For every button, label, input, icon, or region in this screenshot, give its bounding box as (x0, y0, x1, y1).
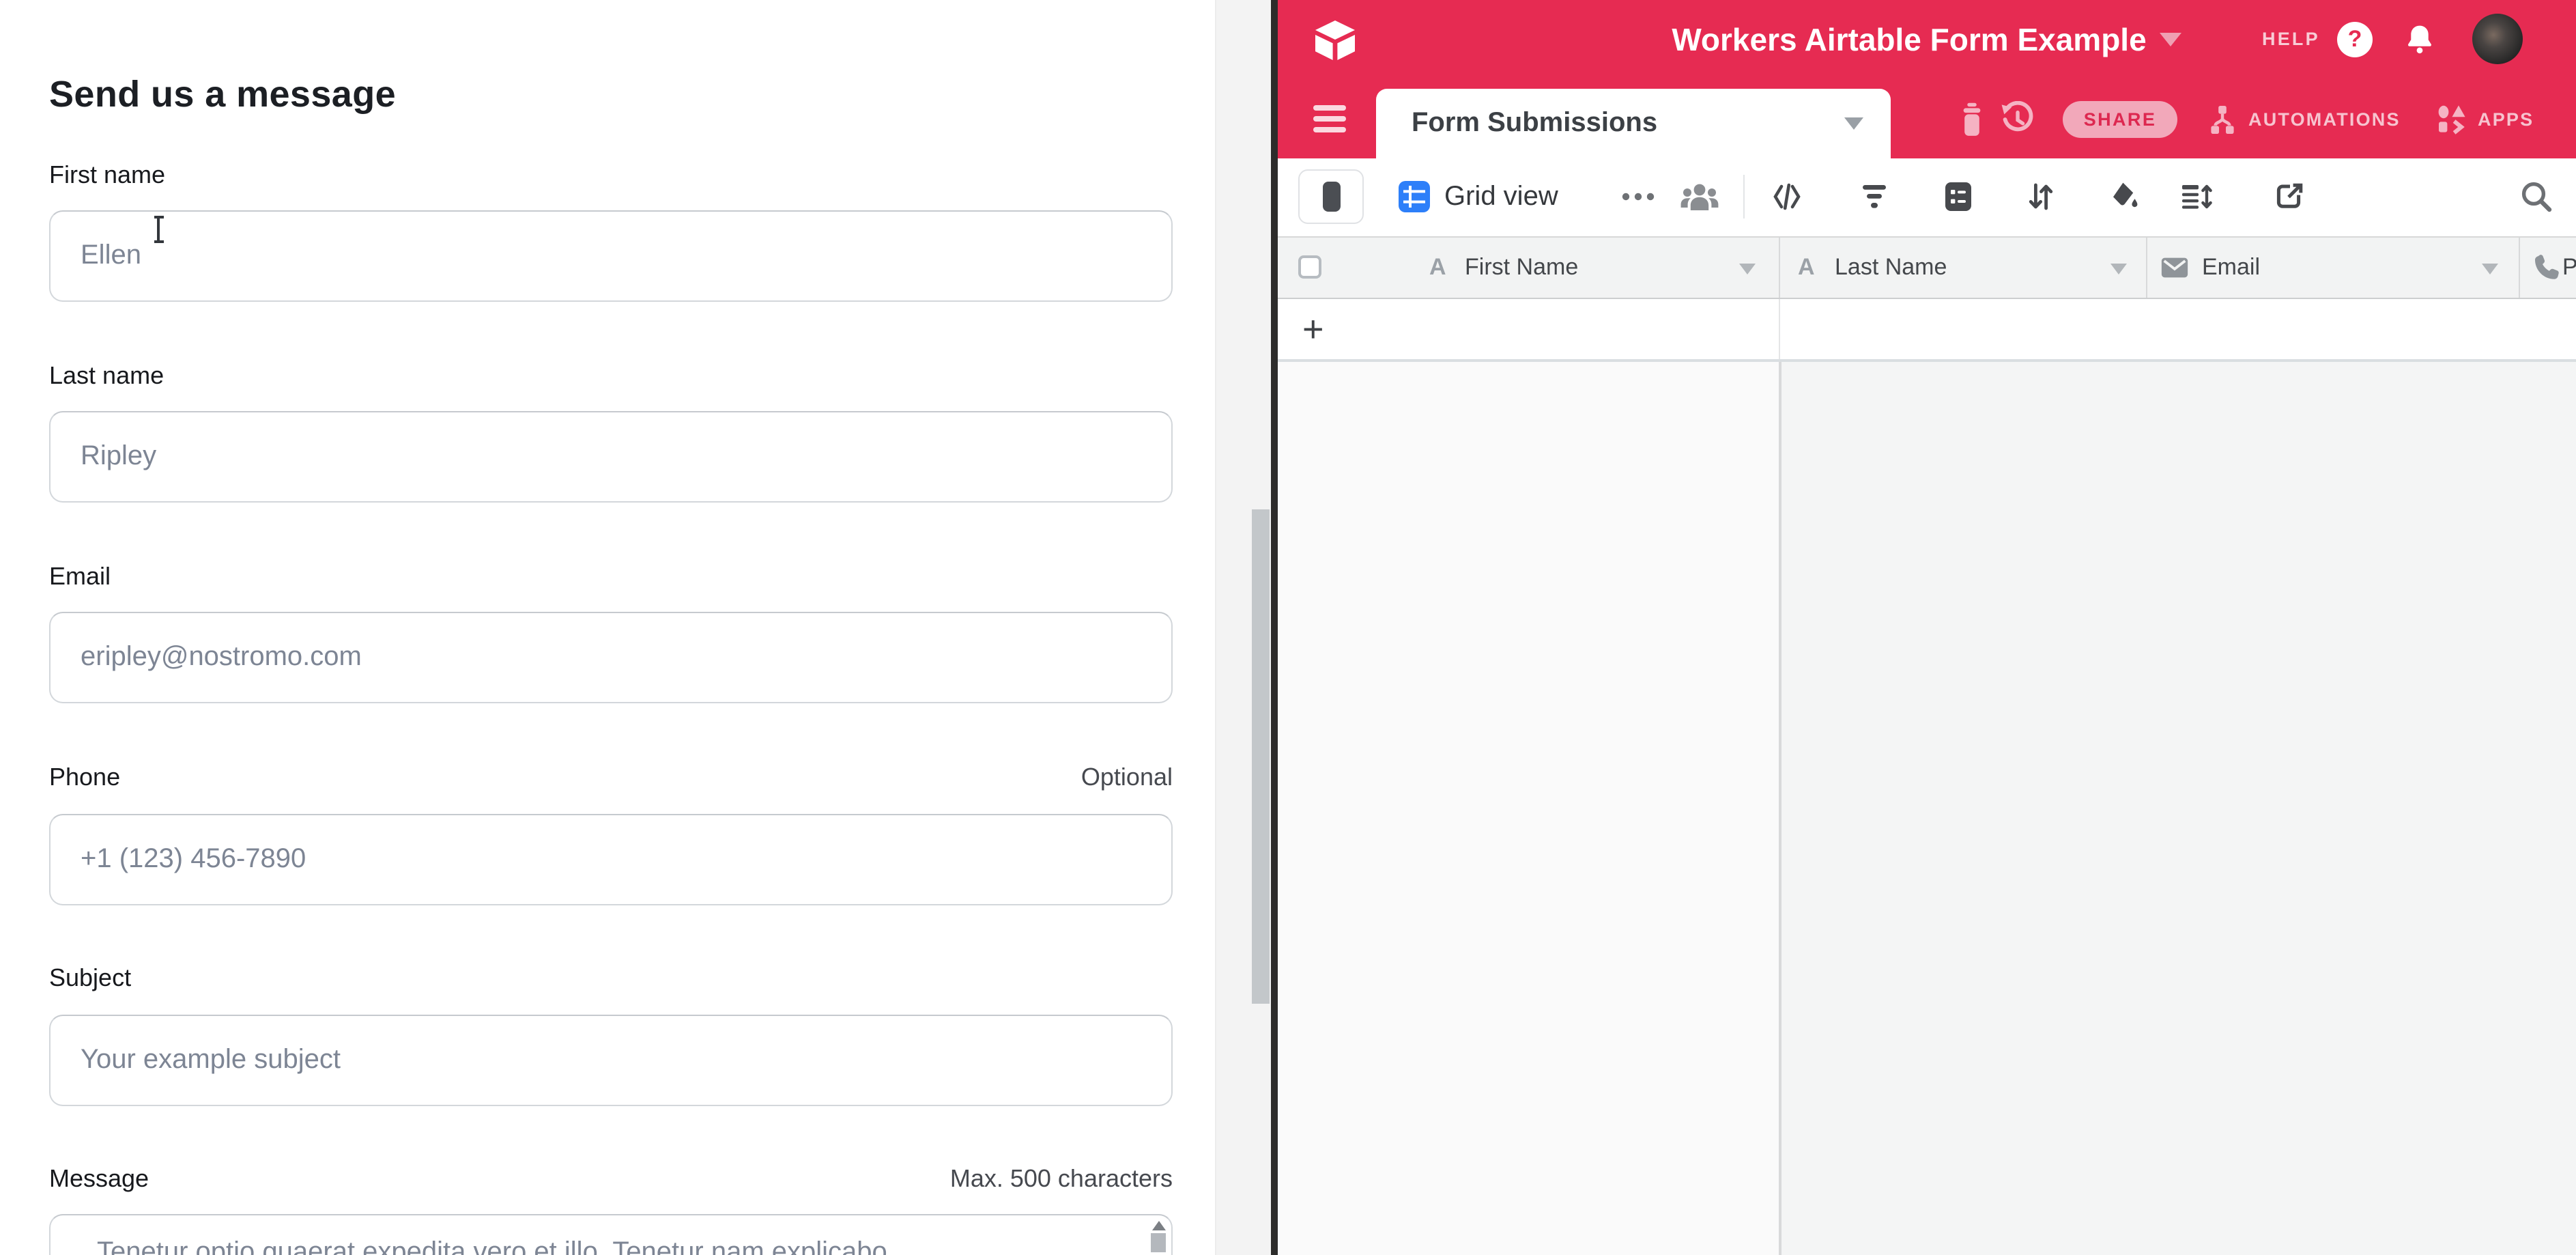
first-name-label-row: First name (49, 161, 1173, 194)
last-name-label-row: Last name (49, 362, 1173, 395)
message-label-row: Message Max. 500 characters (49, 1165, 1173, 1198)
text-cursor-ibeam (152, 216, 165, 243)
screen: Send us a message First name Last name E… (0, 0, 2576, 1255)
tab-form-submissions[interactable]: Form Submissions (1376, 89, 1891, 158)
filter-icon[interactable] (1851, 158, 1898, 235)
column-divider[interactable] (1779, 238, 1780, 298)
hide-fields-icon[interactable] (1764, 158, 1810, 235)
email-input[interactable] (49, 612, 1173, 703)
grid-view-icon (1398, 180, 1431, 213)
phone-field-type-icon (2531, 253, 2561, 283)
airtable-pane: Workers Airtable Form Example HELP ? For… (1278, 0, 2576, 1255)
automations-flow-icon (2206, 103, 2239, 136)
column-header-first-name[interactable]: First Name (1465, 238, 1578, 298)
message-label: Message (49, 1165, 149, 1194)
automations-button[interactable]: AUTOMATIONS (2206, 101, 2401, 138)
phone-label-row: Phone Optional (49, 763, 1173, 796)
add-record-row[interactable]: + (1278, 299, 2576, 362)
subject-label: Subject (49, 964, 131, 993)
group-icon[interactable] (1934, 158, 1981, 235)
left-pane-scrollbar-thumb[interactable] (1252, 509, 1270, 1004)
primary-column-divider (1779, 362, 1781, 1255)
table-list-menu-icon[interactable] (1313, 105, 1346, 134)
scroll-thumb[interactable] (1151, 1233, 1166, 1252)
left-pane-scrollbar-track[interactable] (1215, 0, 1271, 1255)
help-button[interactable]: HELP (2262, 0, 2320, 79)
last-name-label: Last name (49, 362, 164, 391)
row-height-icon[interactable] (2172, 158, 2221, 235)
scroll-up-arrow-icon[interactable] (1151, 1221, 1165, 1230)
email-label-row: Email (49, 563, 1173, 595)
base-title-text: Workers Airtable Form Example (1672, 21, 2146, 58)
active-table-name: Form Submissions (1412, 108, 1657, 139)
message-maxchars-hint: Max. 500 characters (950, 1165, 1173, 1194)
apps-shapes-icon (2435, 103, 2468, 136)
first-name-input[interactable] (49, 210, 1173, 302)
column-header-last-name[interactable]: Last Name (1835, 238, 1947, 298)
color-icon[interactable] (2101, 158, 2147, 235)
message-scrollbar[interactable] (1148, 1217, 1169, 1254)
table-tabs-bar: Form Submissions SHARE (1278, 79, 2576, 158)
notifications-bell-icon[interactable] (2403, 22, 2437, 57)
share-button[interactable]: SHARE (2063, 101, 2177, 138)
column-header-email[interactable]: Email (2202, 238, 2260, 298)
view-toolbar: Grid view (1278, 158, 2576, 236)
window-split-divider (1271, 0, 1278, 1255)
user-avatar[interactable] (2472, 14, 2523, 64)
subject-label-row: Subject (49, 964, 1173, 997)
view-name[interactable]: Grid view (1444, 158, 1558, 235)
primary-column-background (1278, 362, 1779, 1255)
search-icon[interactable] (2513, 158, 2560, 235)
select-all-checkbox[interactable] (1298, 255, 1321, 279)
column-menu-chevron-icon[interactable] (2482, 264, 2498, 274)
email-label: Email (49, 563, 111, 591)
sidebar-panel-icon (1322, 182, 1340, 212)
view-sidebar-toggle-button[interactable] (1298, 169, 1364, 224)
stage: Send us a message First name Last name E… (0, 0, 2576, 1255)
message-textarea[interactable]: Tenetur optio quaerat expedita vero et i… (49, 1214, 1173, 1255)
share-view-icon[interactable] (2266, 158, 2313, 235)
last-name-input[interactable] (49, 411, 1173, 503)
trash-icon[interactable] (1954, 101, 1990, 138)
subject-input[interactable] (49, 1015, 1173, 1106)
collaborators-icon[interactable] (1676, 158, 1723, 235)
contact-form-pane: Send us a message First name Last name E… (0, 0, 1215, 1255)
text-field-type-icon: A (1798, 238, 1815, 298)
column-menu-chevron-icon[interactable] (2110, 264, 2127, 274)
sort-icon[interactable] (2018, 158, 2064, 235)
grid-empty-area (1278, 362, 2576, 1255)
column-divider[interactable] (2146, 238, 2147, 298)
phone-label: Phone (49, 763, 120, 792)
email-field-type-icon (2160, 253, 2190, 283)
airtable-topbar: Workers Airtable Form Example HELP ? (1278, 0, 2576, 79)
first-name-label: First name (49, 161, 165, 190)
column-divider[interactable] (2519, 238, 2520, 298)
column-menu-chevron-icon[interactable] (1739, 264, 1756, 274)
apps-button[interactable]: APPS (2435, 101, 2534, 138)
phone-input[interactable] (49, 814, 1173, 905)
chevron-down-icon (2160, 33, 2182, 46)
topbar-right-cluster: HELP ? (2262, 0, 2576, 79)
phone-optional-hint: Optional (1081, 763, 1173, 792)
column-divider (1779, 299, 1780, 359)
grid-header-row: A First Name A Last Name Email Phone (1278, 236, 2576, 299)
history-icon[interactable] (1999, 101, 2035, 138)
apps-label: APPS (2478, 109, 2534, 130)
column-header-phone[interactable]: Phone (2562, 238, 2576, 298)
toolbar-divider (1743, 175, 1745, 218)
view-options-ellipsis-icon[interactable] (1616, 158, 1660, 235)
add-record-plus-button[interactable]: + (1302, 299, 1324, 359)
table-chevron-down-icon[interactable] (1844, 117, 1863, 130)
text-field-type-icon: A (1429, 238, 1446, 298)
automations-label: AUTOMATIONS (2248, 109, 2401, 130)
help-question-icon[interactable]: ? (2337, 22, 2373, 57)
form-title: Send us a message (49, 74, 396, 116)
